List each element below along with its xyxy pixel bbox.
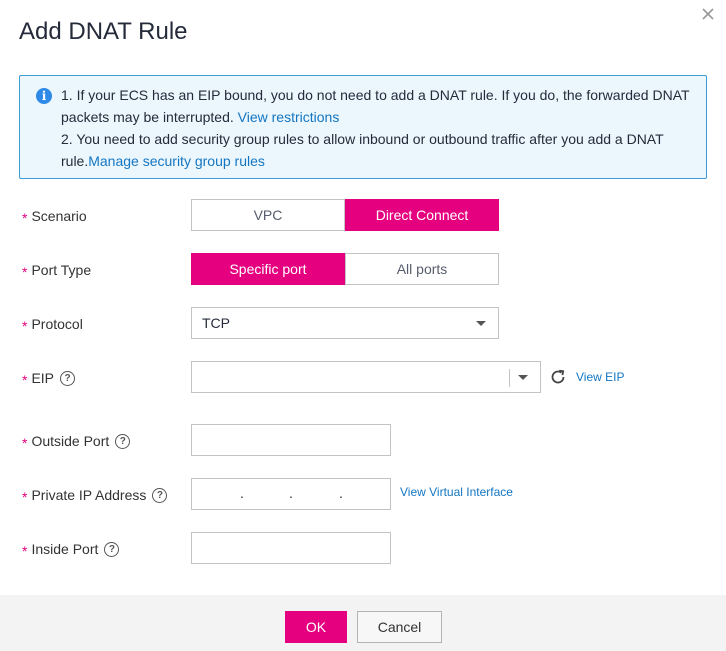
private-ip-label: * Private IP Address ?: [22, 478, 168, 512]
private-ip-row: * Private IP Address ? . . . View Virtua…: [0, 478, 726, 512]
info-line-1-text: 1. If your ECS has an EIP bound, you do …: [61, 87, 690, 125]
inside-port-input[interactable]: [191, 532, 391, 564]
protocol-label-text: Protocol: [31, 316, 83, 332]
scenario-label-text: Scenario: [31, 208, 87, 224]
ip-separator: .: [289, 485, 293, 501]
protocol-label: * Protocol: [22, 307, 83, 341]
scenario-segmented-control: VPC Direct Connect: [191, 199, 499, 231]
scenario-option-direct-connect[interactable]: Direct Connect: [345, 199, 499, 231]
required-mark: *: [22, 435, 28, 451]
dialog-title: Add DNAT Rule: [19, 18, 188, 45]
eip-label: * EIP ?: [22, 361, 76, 395]
outside-port-label-text: Outside Port: [31, 433, 110, 449]
scenario-row: * Scenario VPC Direct Connect: [0, 199, 726, 233]
cancel-button[interactable]: Cancel: [357, 611, 442, 643]
close-icon[interactable]: [700, 6, 716, 22]
eip-row: * EIP ? View EIP: [0, 361, 726, 395]
ip-separator: .: [240, 485, 244, 501]
port-type-segmented-control: Specific port All ports: [191, 253, 499, 285]
view-virtual-interface-link[interactable]: View Virtual Interface: [400, 485, 513, 499]
port-type-label: * Port Type: [22, 253, 91, 287]
eip-label-text: EIP: [31, 370, 55, 386]
ip-separator: .: [339, 485, 343, 501]
port-type-row: * Port Type Specific port All ports: [0, 253, 726, 287]
required-mark: *: [22, 264, 28, 280]
help-icon[interactable]: ?: [115, 433, 131, 449]
port-type-option-specific-port[interactable]: Specific port: [191, 253, 345, 285]
required-mark: *: [22, 372, 28, 388]
outside-port-input[interactable]: [191, 424, 391, 456]
required-mark: *: [22, 543, 28, 559]
inside-port-label-text: Inside Port: [31, 541, 99, 557]
required-mark: *: [22, 318, 28, 334]
view-restrictions-link[interactable]: View restrictions: [238, 109, 340, 125]
help-icon[interactable]: ?: [104, 541, 120, 557]
info-notice: i 1. If your ECS has an EIP bound, you d…: [19, 75, 707, 179]
info-line-1: 1. If your ECS has an EIP bound, you do …: [61, 84, 701, 128]
chevron-down-icon: [518, 375, 528, 380]
protocol-selected-value: TCP: [202, 315, 230, 331]
dialog-footer: OK Cancel: [0, 595, 726, 651]
port-type-option-all-ports[interactable]: All ports: [345, 253, 499, 285]
scenario-option-vpc[interactable]: VPC: [191, 199, 345, 231]
help-icon[interactable]: ?: [152, 487, 168, 503]
private-ip-input[interactable]: . . .: [191, 478, 391, 510]
info-text: 1. If your ECS has an EIP bound, you do …: [61, 84, 701, 172]
private-ip-label-text: Private IP Address: [31, 487, 147, 503]
info-icon: i: [36, 88, 52, 104]
inside-port-label: * Inside Port ?: [22, 532, 120, 566]
scenario-label: * Scenario: [22, 199, 87, 233]
outside-port-label: * Outside Port ?: [22, 424, 131, 458]
view-eip-link[interactable]: View EIP: [576, 370, 624, 384]
add-dnat-rule-dialog: Add DNAT Rule i 1. If your ECS has an EI…: [0, 0, 726, 651]
info-line-2: 2. You need to add security group rules …: [61, 128, 701, 172]
protocol-select[interactable]: TCP: [191, 307, 499, 339]
ok-button[interactable]: OK: [285, 611, 347, 643]
protocol-row: * Protocol TCP: [0, 307, 726, 341]
required-mark: *: [22, 210, 28, 226]
required-mark: *: [22, 489, 28, 505]
refresh-icon[interactable]: [549, 368, 567, 386]
select-divider: [509, 369, 510, 387]
manage-security-group-rules-link[interactable]: Manage security group rules: [88, 153, 265, 169]
chevron-down-icon: [476, 321, 486, 326]
outside-port-row: * Outside Port ?: [0, 424, 726, 458]
port-type-label-text: Port Type: [31, 262, 92, 278]
inside-port-row: * Inside Port ?: [0, 532, 726, 566]
eip-select[interactable]: [191, 361, 541, 393]
help-icon[interactable]: ?: [60, 370, 76, 386]
